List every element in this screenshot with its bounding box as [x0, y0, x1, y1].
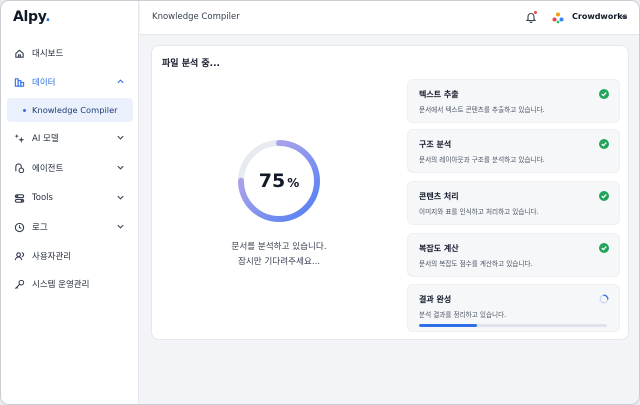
chevron-down-icon: [117, 224, 124, 229]
step-description: 이미지와 표를 인식하고 처리하고 있습니다.: [419, 208, 539, 216]
bullet-icon: [23, 108, 26, 112]
chevron-down-icon[interactable]: [620, 13, 628, 21]
check-circle-icon: [599, 139, 609, 149]
sidebar-item-agent[interactable]: 에이전트: [5, 156, 133, 180]
app-window: Alpy. 대시보드 데이터 Knowledge Compiler AI 모델: [0, 0, 640, 405]
top-bar: Knowledge Compiler Crowdworks: [140, 1, 639, 35]
loading-spinner-icon: [599, 294, 609, 304]
status-message: 문서를 분석하고 있습니다. 잠시만 기다려주세요...: [231, 242, 327, 267]
sidebar-item-label: 로그: [32, 223, 48, 233]
step-description: 분석 결과를 정리하고 있습니다.: [419, 311, 507, 319]
step-description: 문서의 레이아웃과 구조를 분석하고 있습니다.: [419, 156, 545, 164]
logo[interactable]: Alpy.: [13, 9, 51, 29]
sidebar-item-label: 시스템 운영관리: [32, 280, 90, 290]
chevron-down-icon: [117, 135, 124, 140]
sidebar-item-ai-model[interactable]: AI 모델: [5, 126, 133, 150]
log-icon: [13, 221, 25, 233]
sidebar-item-label: 데이터: [32, 78, 56, 88]
step-result-completion: 결과 완성 분석 결과를 정리하고 있습니다.: [407, 284, 620, 332]
org-logo-icon: [552, 12, 564, 24]
chevron-down-icon: [117, 195, 124, 200]
check-circle-icon: [599, 243, 609, 253]
sidebar: Alpy. 대시보드 데이터 Knowledge Compiler AI 모델: [1, 1, 139, 404]
step-title: 콘텐츠 처리: [419, 192, 459, 201]
tools-icon: [13, 192, 25, 204]
card-title: 파일 분석 중...: [162, 59, 220, 69]
chevron-up-icon: [117, 79, 124, 84]
sidebar-item-user-management[interactable]: 사용자관리: [5, 244, 133, 268]
ai-model-icon: [13, 132, 25, 144]
sidebar-item-label: 사용자관리: [32, 252, 72, 262]
step-description: 문서에서 텍스트 콘텐츠를 추출하고 있습니다.: [419, 106, 545, 114]
sidebar-item-label: 대시보드: [32, 49, 64, 59]
user-manage-icon: [13, 250, 25, 262]
page-title: Knowledge Compiler: [152, 12, 240, 22]
step-title: 구조 분석: [419, 140, 452, 149]
home-icon: [13, 47, 25, 59]
step-content-processing: 콘텐츠 처리 이미지와 표를 인식하고 처리하고 있습니다.: [407, 181, 620, 225]
check-circle-icon: [599, 191, 609, 201]
sidebar-item-label: AI 모델: [32, 134, 59, 144]
sidebar-item-label: 에이전트: [32, 164, 64, 174]
data-icon: [13, 76, 25, 88]
step-complexity-calc: 복잡도 계산 문서의 복잡도 점수를 계산하고 있습니다.: [407, 233, 620, 277]
sidebar-subitem-label: Knowledge Compiler: [32, 105, 118, 115]
notification-badge: [534, 11, 537, 14]
step-title: 텍스트 추출: [419, 90, 459, 99]
sidebar-item-tools[interactable]: Tools: [5, 186, 133, 210]
step-progress-fill: [419, 324, 478, 327]
sidebar-item-label: Tools: [32, 193, 53, 203]
step-title: 복잡도 계산: [419, 244, 459, 253]
sidebar-item-dashboard[interactable]: 대시보드: [5, 41, 133, 65]
check-circle-icon: [599, 89, 609, 99]
step-description: 문서의 복잡도 점수를 계산하고 있습니다.: [419, 260, 533, 268]
step-text-extraction: 텍스트 추출 문서에서 텍스트 콘텐츠를 추출하고 있습니다.: [407, 79, 620, 123]
sidebar-item-data[interactable]: 데이터: [5, 70, 133, 94]
sidebar-item-log[interactable]: 로그: [5, 215, 133, 239]
key-icon: [13, 278, 25, 290]
chevron-down-icon: [117, 165, 124, 170]
step-progress-bar: [419, 324, 607, 327]
progress-percentage: 75%: [258, 170, 300, 192]
step-title: 결과 완성: [419, 295, 452, 304]
sidebar-item-knowledge-compiler[interactable]: Knowledge Compiler: [7, 98, 133, 122]
analysis-card: 파일 분석 중... 75% 문서를 분석하고 있습니다. 잠시만 기다려주세요…: [151, 45, 629, 340]
step-structure-analysis: 구조 분석 문서의 레이아웃과 구조를 분석하고 있습니다.: [407, 129, 620, 173]
sidebar-item-system-ops[interactable]: 시스템 운영관리: [5, 272, 133, 296]
agent-icon: [13, 162, 25, 174]
